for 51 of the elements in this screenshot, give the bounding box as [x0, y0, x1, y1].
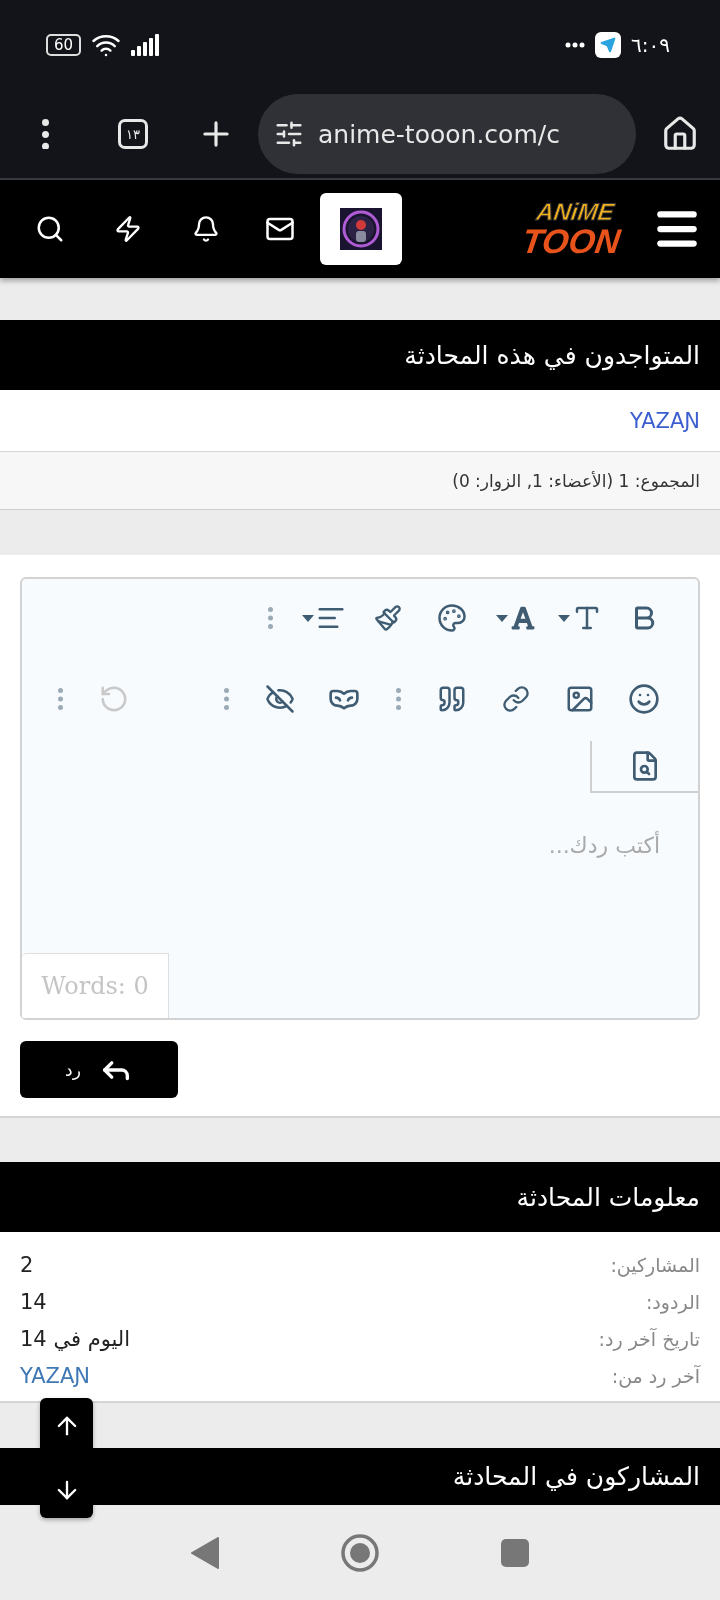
undo-icon	[99, 684, 129, 714]
lightning-icon	[114, 215, 142, 243]
tab-count-button[interactable]: ١٣	[118, 119, 148, 149]
link-icon	[502, 685, 530, 713]
battery-level: 60	[46, 34, 82, 56]
info-label: تاريخ آخر رد:	[598, 1327, 700, 1350]
signal-icon	[131, 34, 162, 56]
preview-button[interactable]	[590, 741, 698, 793]
member-link[interactable]: YAZAƝ	[629, 408, 700, 433]
avatar-button[interactable]	[320, 193, 402, 265]
info-label: آخر رد من:	[611, 1364, 700, 1387]
caret-icon	[302, 614, 314, 622]
paintbrush-icon	[374, 604, 402, 632]
word-count: Words: 0	[22, 953, 169, 1018]
more-icon	[565, 42, 586, 48]
palette-icon	[437, 603, 467, 633]
user-link[interactable]: YAZAƝ	[20, 1363, 91, 1388]
scroll-up-button[interactable]	[40, 1398, 93, 1454]
more-icon	[41, 118, 49, 150]
info-value: 14	[20, 1289, 47, 1314]
font-icon	[510, 605, 536, 631]
recents-button[interactable]	[500, 1537, 530, 1568]
home-icon	[661, 115, 699, 153]
info-value: اليوم في 14	[20, 1326, 131, 1351]
clock-time: ٦:٠٩	[631, 33, 670, 57]
more-icon	[57, 688, 63, 710]
image-icon	[565, 684, 595, 714]
address-bar[interactable]: anime-tooon.com/c	[258, 94, 636, 174]
section-title: معلومات المحادثة	[0, 1162, 720, 1232]
quote-icon	[437, 684, 467, 714]
caret-icon	[496, 614, 508, 622]
caret-icon	[558, 614, 570, 622]
info-label: الردود:	[645, 1290, 700, 1313]
info-label: المشاركين:	[610, 1253, 700, 1276]
info-value: 2	[20, 1252, 34, 1277]
section-title: المتواجدون في هذه المحادثة	[0, 320, 720, 390]
eye-off-icon	[265, 684, 295, 714]
search-icon	[35, 214, 65, 244]
total-count: المجموع: 1 (الأعضاء: 1, الزوار: 0)	[452, 470, 700, 491]
paper-plane-icon	[595, 32, 622, 58]
back-button[interactable]	[190, 1535, 220, 1570]
smiley-icon	[628, 683, 660, 715]
bell-icon	[192, 215, 220, 243]
more-icon	[223, 688, 229, 710]
more-icon	[395, 688, 401, 710]
site-settings-icon	[274, 119, 304, 149]
section-title: المشاركون في المحادثة	[0, 1448, 720, 1505]
reply-button[interactable]: رد	[20, 1041, 178, 1098]
more-icon	[267, 607, 273, 629]
site-logo[interactable]: ANiME TOON	[520, 200, 627, 258]
url-text: anime-tooon.com/c	[318, 119, 560, 149]
